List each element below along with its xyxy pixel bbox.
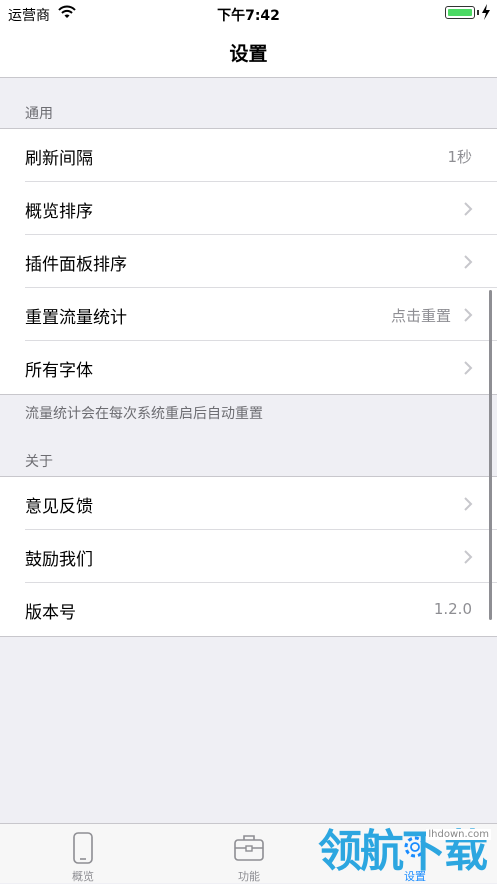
row-overview-sort[interactable]: 概览排序 — [0, 182, 497, 235]
chevron-right-icon — [464, 550, 473, 564]
charging-bolt-icon — [482, 4, 490, 20]
row-version: 版本号 1.2.0 — [0, 583, 497, 636]
phone-icon — [73, 832, 93, 864]
row-value: 点击重置 — [390, 307, 451, 325]
section-header-general: 通用 — [25, 106, 53, 122]
chevron-right-icon — [464, 255, 473, 269]
row-feedback[interactable]: 意见反馈 — [0, 477, 497, 530]
toolbox-icon — [234, 835, 264, 861]
row-all-fonts[interactable]: 所有字体 — [0, 341, 497, 394]
tab-overview[interactable]: 概览 — [0, 824, 166, 884]
row-label: 刷新间隔 — [25, 149, 93, 169]
row-label: 鼓励我们 — [25, 550, 93, 570]
row-label: 重置流量统计 — [25, 308, 127, 328]
watermark-site: lhdown.com — [426, 829, 491, 840]
status-time: 下午7:42 — [217, 8, 280, 24]
about-settings-group: 意见反馈 鼓励我们 版本号 1.2.0 — [0, 476, 497, 637]
row-label: 概览排序 — [25, 202, 93, 222]
row-label: 版本号 — [25, 603, 76, 623]
row-refresh-interval[interactable]: 刷新间隔 1秒 — [0, 129, 497, 182]
chevron-right-icon — [464, 202, 473, 216]
chevron-right-icon — [464, 361, 473, 375]
tab-functions[interactable]: 功能 — [166, 824, 332, 884]
tab-label: 功能 — [238, 870, 260, 883]
row-label: 意见反馈 — [25, 497, 93, 517]
row-widget-panel-sort[interactable]: 插件面板排序 — [0, 235, 497, 288]
nav-bar: 设置 — [0, 26, 497, 78]
battery-icon — [445, 6, 475, 19]
page-title: 设置 — [229, 43, 268, 65]
row-label: 插件面板排序 — [25, 255, 127, 275]
battery-tip — [477, 10, 479, 15]
status-bar: 运营商 下午7:42 — [0, 0, 497, 26]
scroll-indicator[interactable] — [489, 290, 492, 620]
row-reset-traffic-stats[interactable]: 重置流量统计 点击重置 — [0, 288, 497, 341]
section-footer-note: 流量统计会在每次系统重启后自动重置 — [25, 406, 263, 422]
tab-label: 概览 — [72, 870, 94, 883]
section-header-about: 关于 — [25, 454, 53, 470]
chevron-right-icon — [464, 497, 473, 511]
row-encourage-us[interactable]: 鼓励我们 — [0, 530, 497, 583]
row-label: 所有字体 — [25, 361, 93, 381]
watermark-logo: 领航下载 lhdown.com — [318, 826, 497, 883]
chevron-right-icon — [464, 308, 473, 322]
row-value: 1秒 — [447, 148, 472, 166]
general-settings-group: 刷新间隔 1秒 概览排序 插件面板排序 重置流量统计 点击重置 所有字体 — [0, 128, 497, 395]
row-value: 1.2.0 — [433, 600, 472, 618]
